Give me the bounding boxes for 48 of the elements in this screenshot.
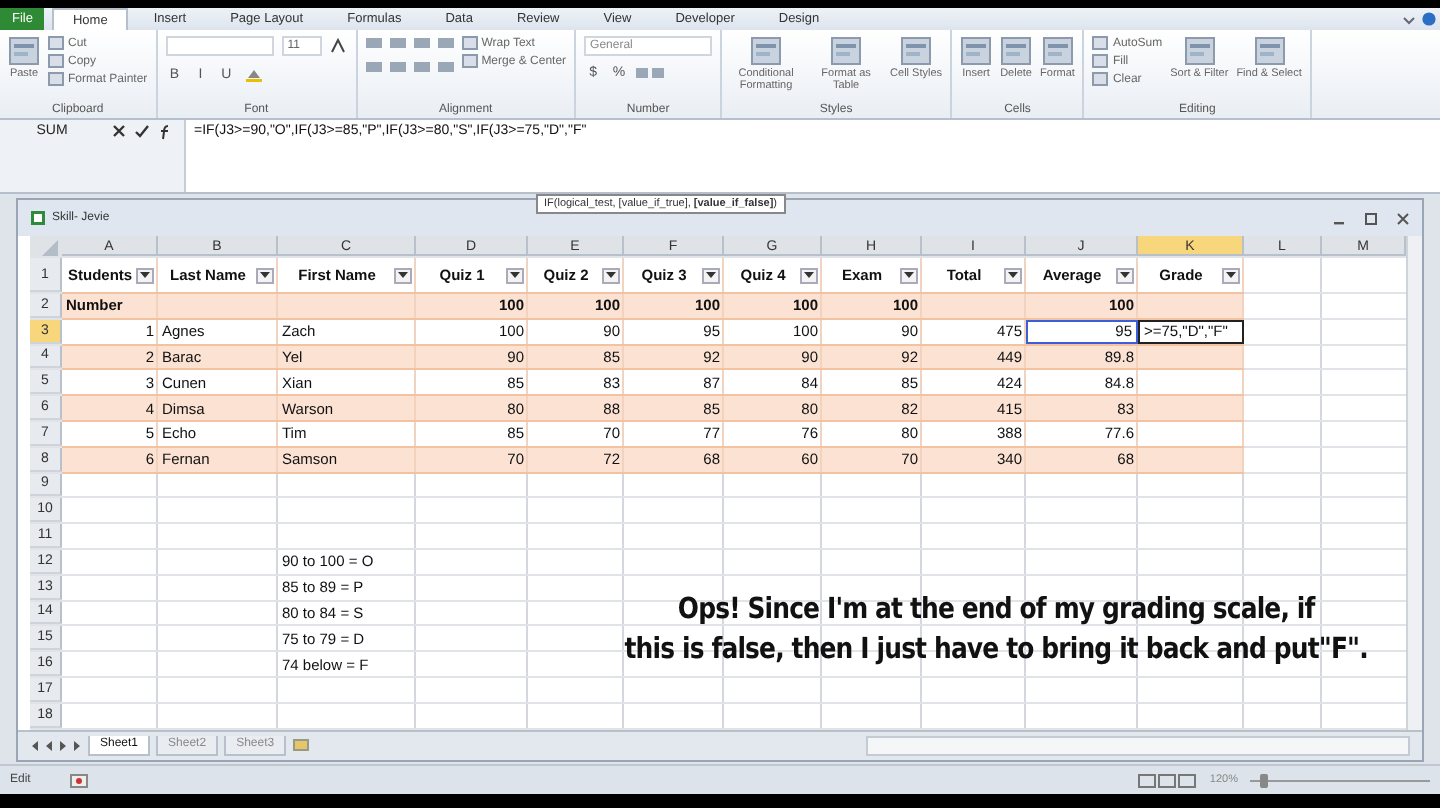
ribbon-icon bbox=[750, 36, 783, 66]
ribbon-icon bbox=[830, 36, 863, 66]
zoom-slider[interactable] bbox=[1260, 773, 1269, 787]
filter-button[interactable] bbox=[602, 267, 620, 283]
caret-icon bbox=[260, 272, 270, 278]
filter-button[interactable] bbox=[256, 267, 274, 283]
filter-button[interactable] bbox=[900, 267, 918, 283]
filter-button[interactable] bbox=[394, 267, 412, 283]
ribbon-icon bbox=[900, 36, 933, 66]
caret-icon bbox=[804, 272, 814, 278]
caret-icon bbox=[706, 272, 716, 278]
fill-color-icon[interactable] bbox=[243, 66, 264, 82]
filter-button[interactable] bbox=[506, 267, 524, 283]
filter-button[interactable] bbox=[800, 267, 818, 283]
ribbon-icon bbox=[960, 36, 993, 66]
function-icon[interactable] bbox=[158, 124, 172, 140]
filter-button[interactable] bbox=[1004, 267, 1022, 283]
enter-icon[interactable] bbox=[134, 124, 150, 138]
ribbon-icon bbox=[1000, 36, 1033, 66]
minimize-ribbon-icon[interactable] bbox=[1402, 13, 1416, 25]
caret-icon bbox=[1120, 272, 1130, 278]
restore-icon[interactable] bbox=[1364, 211, 1378, 225]
filter-button[interactable] bbox=[1222, 267, 1240, 283]
caption-text: Ops! Since I'm at the end of my grading scale, if bbox=[677, 594, 1315, 626]
ribbon-icon bbox=[1253, 36, 1286, 66]
horizontal-scrollbar[interactable] bbox=[866, 735, 1410, 756]
spreadsheet-icon bbox=[30, 210, 46, 226]
caret-icon bbox=[1226, 272, 1236, 278]
caption-text: this is false, then I just have to bring it back and put"F". bbox=[624, 634, 1368, 666]
caret-icon bbox=[1008, 272, 1018, 278]
font-name-field[interactable] bbox=[165, 36, 274, 56]
vertical-scrollbar[interactable] bbox=[1406, 236, 1422, 730]
filter-button[interactable] bbox=[702, 267, 720, 283]
cancel-icon[interactable] bbox=[112, 124, 126, 138]
caret-icon bbox=[606, 272, 616, 278]
ribbon-icon bbox=[1183, 36, 1216, 66]
filter-button[interactable] bbox=[136, 267, 155, 283]
ribbon-icon bbox=[1041, 36, 1074, 66]
sheet-navigation-icon[interactable] bbox=[30, 739, 82, 752]
caret-icon bbox=[904, 272, 914, 278]
macro-record-icon[interactable] bbox=[70, 773, 89, 787]
view-icon[interactable] bbox=[1137, 773, 1198, 787]
caret-icon bbox=[140, 272, 151, 278]
ribbon-icon bbox=[8, 36, 40, 66]
close-icon[interactable] bbox=[1396, 211, 1410, 225]
caret-icon bbox=[510, 272, 520, 278]
caret-icon bbox=[398, 272, 408, 278]
filter-button[interactable] bbox=[1116, 267, 1134, 283]
